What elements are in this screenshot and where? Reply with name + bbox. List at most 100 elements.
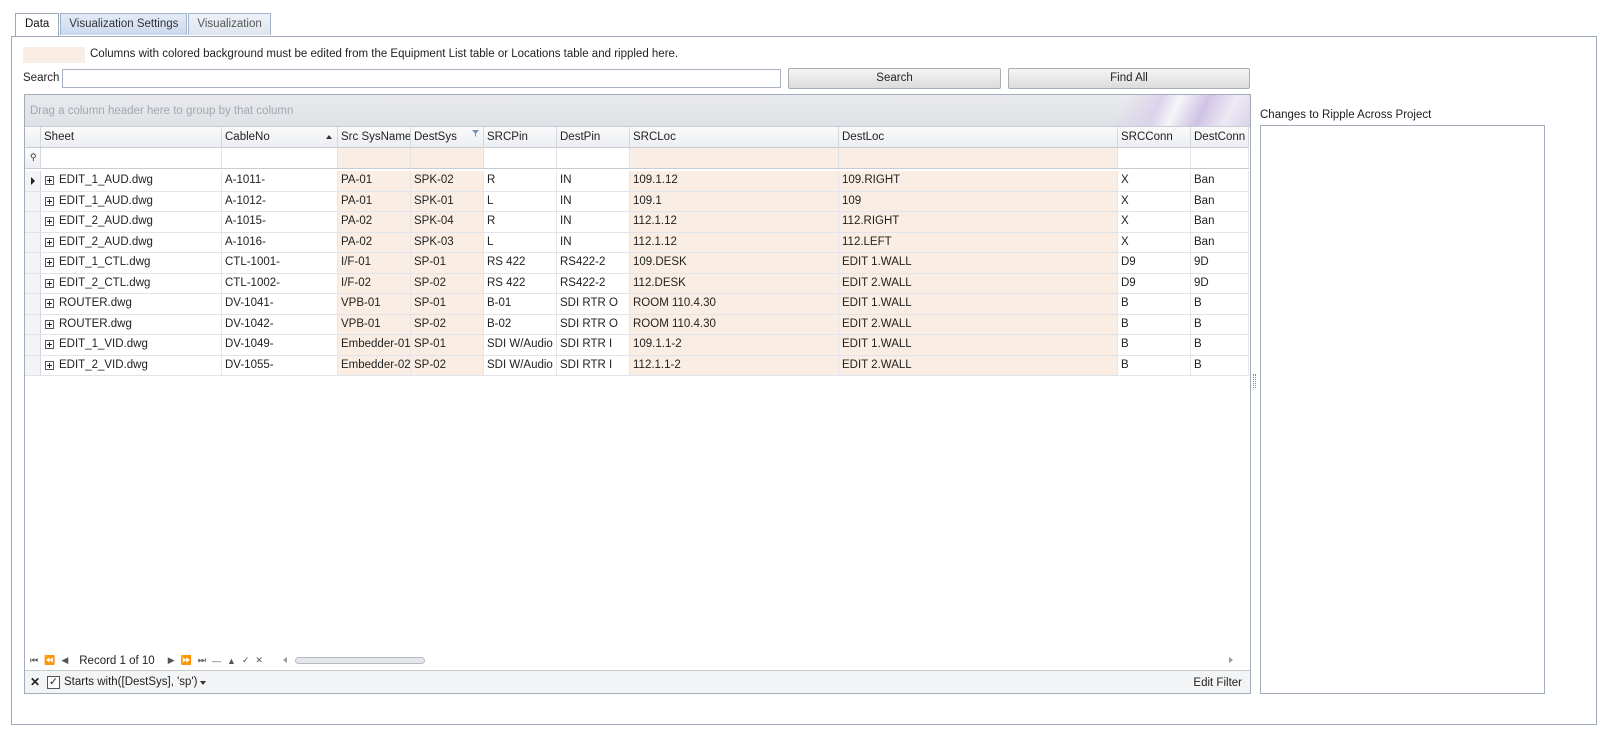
cell-destconn[interactable]: 9D: [1191, 253, 1249, 273]
expand-plus-icon[interactable]: [45, 237, 54, 247]
cell-srcloc[interactable]: 109.DESK: [630, 253, 839, 273]
cell-destpin[interactable]: IN: [557, 232, 630, 252]
cell-srcpin[interactable]: L: [484, 232, 557, 252]
cell-srcconn[interactable]: B: [1118, 294, 1191, 314]
filter-cell-src-sysname[interactable]: [338, 148, 411, 168]
cell-sheet[interactable]: ROUTER.dwg: [41, 294, 222, 314]
cell-destloc[interactable]: EDIT 2.WALL: [839, 314, 1118, 334]
cell-srcloc[interactable]: ROOM 110.4.30: [630, 294, 839, 314]
cell-destconn[interactable]: Ban: [1191, 232, 1249, 252]
cell-cableno[interactable]: A-1012-: [222, 191, 338, 211]
last-record-icon[interactable]: ⏭: [198, 655, 206, 666]
cell-srcloc[interactable]: 112.1.1-2: [630, 355, 839, 375]
row-indicator[interactable]: [25, 232, 41, 252]
table-row[interactable]: ROUTER.dwg DV-1041- VPB-01 SP-01 B-01 SDI RTR…: [25, 294, 1249, 315]
column-header-cableno[interactable]: CableNo: [222, 127, 338, 148]
cell-destpin[interactable]: SDI RTR O: [557, 294, 630, 314]
cell-srcloc[interactable]: 109.1: [630, 191, 839, 211]
cell-destloc[interactable]: EDIT 2.WALL: [839, 273, 1118, 293]
cell-destconn[interactable]: Ban: [1191, 212, 1249, 232]
cell-cableno[interactable]: DV-1042-: [222, 314, 338, 334]
cell-destloc[interactable]: 109.RIGHT: [839, 171, 1118, 191]
group-by-panel[interactable]: Drag a column header here to group by th…: [25, 95, 1250, 127]
table-row[interactable]: EDIT_2_VID.dwg DV-1055- Embedder-02 SP-02 SD…: [25, 355, 1249, 376]
cell-srcloc[interactable]: ROOM 110.4.30: [630, 314, 839, 334]
cell-cableno[interactable]: A-1016-: [222, 232, 338, 252]
cell-cableno[interactable]: A-1011-: [222, 171, 338, 191]
cell-src-sysname[interactable]: Embedder-02: [338, 355, 411, 375]
cell-sheet[interactable]: EDIT_1_CTL.dwg: [41, 253, 222, 273]
cell-srcconn[interactable]: B: [1118, 314, 1191, 334]
tab-visualization[interactable]: Visualization: [188, 13, 271, 35]
search-input[interactable]: [62, 69, 781, 88]
cell-src-sysname[interactable]: I/F-01: [338, 253, 411, 273]
cell-sheet[interactable]: EDIT_2_VID.dwg: [41, 355, 222, 375]
cell-srcconn[interactable]: X: [1118, 191, 1191, 211]
cell-sheet[interactable]: EDIT_2_CTL.dwg: [41, 273, 222, 293]
table-row[interactable]: EDIT_2_CTL.dwg CTL-1002- I/F-02 SP-02 RS 422…: [25, 273, 1249, 294]
cell-destconn[interactable]: Ban: [1191, 171, 1249, 191]
cell-srcconn[interactable]: X: [1118, 171, 1191, 191]
row-indicator[interactable]: [25, 335, 41, 355]
row-indicator[interactable]: [25, 212, 41, 232]
cell-srcpin[interactable]: R: [484, 171, 557, 191]
cell-src-sysname[interactable]: PA-02: [338, 232, 411, 252]
table-row[interactable]: EDIT_1_AUD.dwg A-1012- PA-01 SPK-01 L IN 109.1…: [25, 191, 1249, 212]
cell-srcpin[interactable]: B-01: [484, 294, 557, 314]
column-header-srcloc[interactable]: SRCLoc: [630, 127, 839, 148]
cell-srcloc[interactable]: 109.1.1-2: [630, 335, 839, 355]
up-icon[interactable]: ▲: [227, 656, 236, 666]
filter-cell-cableno[interactable]: [222, 148, 338, 168]
cell-cableno[interactable]: A-1015-: [222, 212, 338, 232]
cell-destloc[interactable]: 112.LEFT: [839, 232, 1118, 252]
cell-src-sysname[interactable]: PA-02: [338, 212, 411, 232]
cell-destloc[interactable]: 109: [839, 191, 1118, 211]
cell-srcloc[interactable]: 112.1.12: [630, 232, 839, 252]
filter-expression[interactable]: Starts with([DestSys], 'sp'): [64, 676, 197, 688]
cell-sheet[interactable]: EDIT_1_VID.dwg: [41, 335, 222, 355]
cell-src-sysname[interactable]: I/F-02: [338, 273, 411, 293]
table-row[interactable]: EDIT_2_AUD.dwg A-1015- PA-02 SPK-04 R IN 112.1…: [25, 212, 1249, 233]
cell-srcpin[interactable]: L: [484, 191, 557, 211]
column-header-sheet[interactable]: Sheet: [41, 127, 222, 148]
cell-srcconn[interactable]: D9: [1118, 273, 1191, 293]
cell-destsys[interactable]: SP-02: [411, 355, 484, 375]
cell-cableno[interactable]: CTL-1001-: [222, 253, 338, 273]
cell-destloc[interactable]: 112.RIGHT: [839, 212, 1118, 232]
cell-srcloc[interactable]: 112.DESK: [630, 273, 839, 293]
cell-destpin[interactable]: IN: [557, 212, 630, 232]
cell-destsys[interactable]: SP-01: [411, 253, 484, 273]
cell-destpin[interactable]: RS422-2: [557, 273, 630, 293]
end-edit-icon[interactable]: ✓: [242, 655, 250, 666]
cell-destconn[interactable]: 9D: [1191, 273, 1249, 293]
cell-src-sysname[interactable]: VPB-01: [338, 314, 411, 334]
cell-srcconn[interactable]: X: [1118, 232, 1191, 252]
cell-destloc[interactable]: EDIT 1.WALL: [839, 253, 1118, 273]
expand-plus-icon[interactable]: [45, 258, 54, 267]
cell-srcloc[interactable]: 109.1.12: [630, 171, 839, 191]
cell-destpin[interactable]: SDI RTR I: [557, 355, 630, 375]
filter-cell-destloc[interactable]: [839, 148, 1118, 168]
cell-destsys[interactable]: SP-01: [411, 335, 484, 355]
cell-cableno[interactable]: DV-1055-: [222, 355, 338, 375]
cell-destsys[interactable]: SPK-04: [411, 212, 484, 232]
cell-destconn[interactable]: B: [1191, 355, 1249, 375]
cell-cableno[interactable]: CTL-1002-: [222, 273, 338, 293]
cell-destsys[interactable]: SP-01: [411, 294, 484, 314]
column-header-destpin[interactable]: DestPin: [557, 127, 630, 148]
expand-plus-icon[interactable]: [45, 340, 54, 349]
table-row[interactable]: EDIT_2_AUD.dwg A-1016- PA-02 SPK-03 L IN 112.1…: [25, 232, 1249, 253]
filter-cell-destpin[interactable]: [557, 148, 630, 168]
filter-enabled-checkbox[interactable]: ✓: [47, 676, 60, 689]
cell-srcpin[interactable]: SDI W/Audio: [484, 335, 557, 355]
cell-destpin[interactable]: RS422-2: [557, 253, 630, 273]
expand-plus-icon[interactable]: [45, 176, 54, 185]
tab-visualization-settings[interactable]: Visualization Settings: [60, 13, 188, 35]
cell-destconn[interactable]: B: [1191, 294, 1249, 314]
horizontal-scrollbar[interactable]: [283, 656, 1233, 665]
delete-record-icon[interactable]: —: [212, 656, 221, 666]
scroll-left-icon[interactable]: [283, 657, 287, 663]
column-header-destsys[interactable]: DestSys: [411, 127, 484, 148]
row-indicator[interactable]: [25, 171, 41, 191]
cell-srcconn[interactable]: B: [1118, 335, 1191, 355]
